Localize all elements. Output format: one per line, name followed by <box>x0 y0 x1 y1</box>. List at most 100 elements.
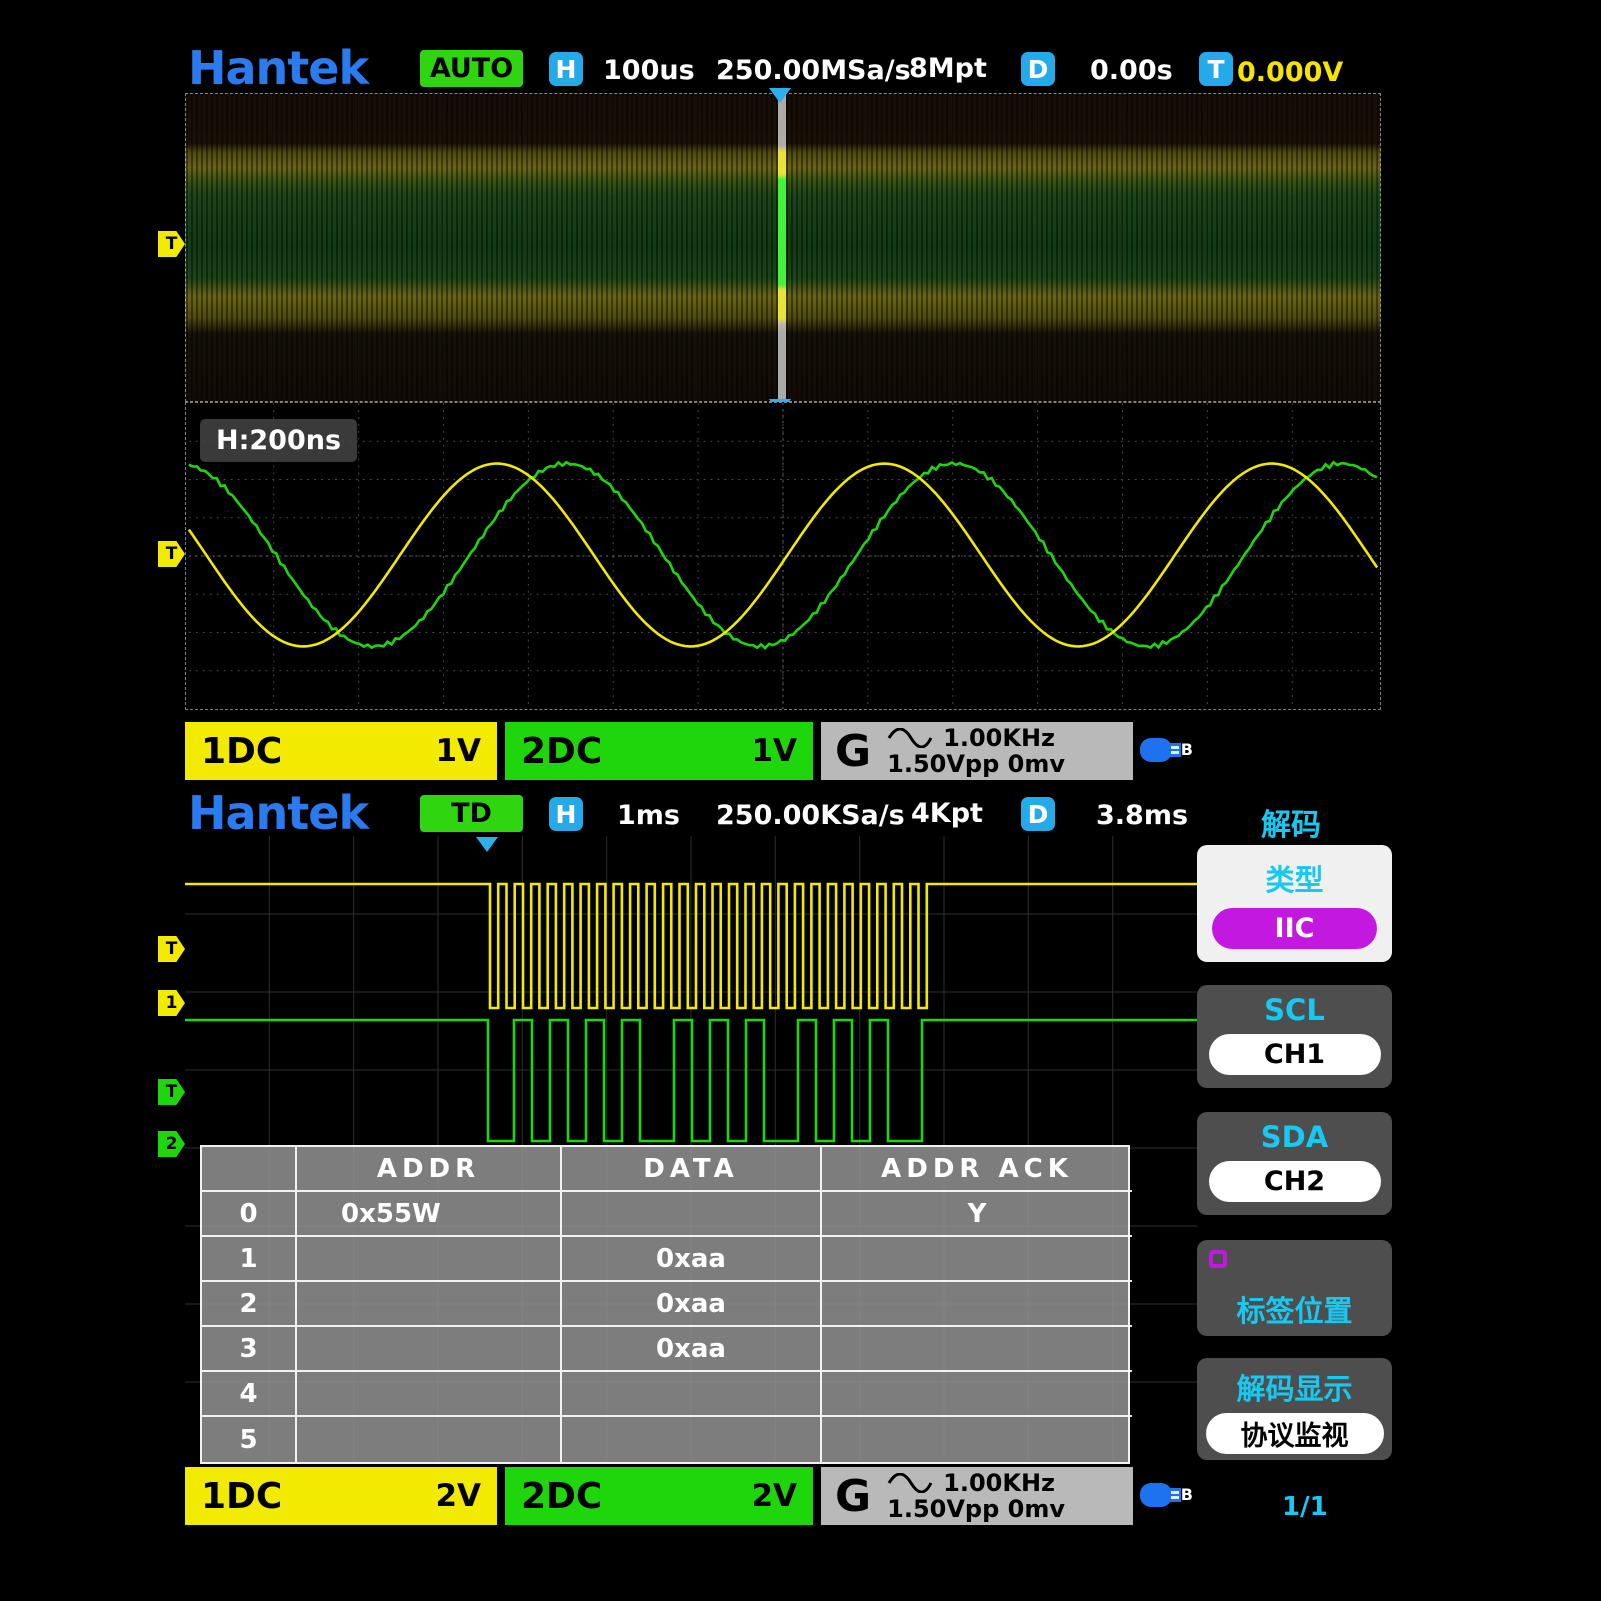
ack-cell: Y <box>822 1192 1132 1237</box>
sda-trace <box>185 1020 1197 1141</box>
row-index: 3 <box>202 1327 297 1372</box>
menu-page-indicator: 1/1 <box>1282 1492 1328 1522</box>
trigger-position-marker-2[interactable] <box>476 837 498 852</box>
type-value-pill[interactable]: IIC <box>1212 908 1377 949</box>
generator-g-label-2: G <box>835 1471 871 1522</box>
horizontal-h-icon: H <box>549 52 583 86</box>
generator-freq-2: 1.00KHz <box>943 1470 1055 1496</box>
menu-panel-label-position[interactable]: 标签位置 <box>1197 1240 1392 1336</box>
ch1-label: 1DC <box>201 731 282 772</box>
waveform-overview <box>185 93 1381 402</box>
decode-display-label: 解码显示 <box>1197 1358 1392 1408</box>
oscilloscope-screens: Hantek AUTO H 100us 250.00MSa/s 8Mpt D 0… <box>0 0 1601 1601</box>
ch2-scale-2: 2V <box>751 1478 797 1514</box>
row-index: 2 <box>202 1282 297 1327</box>
usb-icon: B <box>1139 733 1189 767</box>
zoom-waveforms <box>186 403 1380 709</box>
trigger-level-readout: 0.000V <box>1237 57 1343 88</box>
trigger-flag-ch1-2[interactable]: T <box>158 936 185 962</box>
memory-depth-readout-2: 4Kpt <box>911 798 983 829</box>
data-cell: 0xaa <box>562 1282 822 1327</box>
ack-cell <box>822 1417 1132 1462</box>
menu-panel-sda[interactable]: SDA CH2 <box>1197 1112 1392 1215</box>
data-cell <box>562 1372 822 1417</box>
type-label: 类型 <box>1197 845 1392 899</box>
usb-b-label-2: B <box>1181 1485 1193 1504</box>
ack-cell <box>822 1282 1132 1327</box>
delay-readout: 0.00s <box>1090 55 1173 86</box>
delay-d-icon: D <box>1021 52 1055 86</box>
data-cell: 0xaa <box>562 1327 822 1372</box>
row-index: 0 <box>202 1192 297 1237</box>
generator-g-label: G <box>835 726 871 777</box>
usb-b-label: B <box>1181 740 1193 759</box>
decode-table: ADDR DATA ADDR ACK 0 0x55W Y 1 0xaa 2 0x… <box>200 1145 1130 1464</box>
sine-wave-icon <box>887 728 933 748</box>
ch1-label-2: 1DC <box>201 1476 282 1517</box>
ch1-ground-marker[interactable]: 1 <box>158 990 185 1016</box>
decode-display-value-pill[interactable]: 协议监视 <box>1206 1413 1384 1454</box>
scl-value-pill[interactable]: CH1 <box>1209 1034 1381 1075</box>
delay-readout-2: 3.8ms <box>1096 800 1188 831</box>
ack-cell <box>822 1237 1132 1282</box>
hantek-logo: Hantek <box>188 41 368 95</box>
generator-freq: 1.00KHz <box>943 725 1055 751</box>
run-mode-badge[interactable]: AUTO <box>420 50 523 87</box>
sample-rate-readout-2: 250.00KSa/s <box>716 800 905 831</box>
table-corner-cell <box>202 1147 297 1192</box>
generator-status-box-2[interactable]: G 1.00KHz 1.50Vpp 0mv <box>821 1467 1133 1525</box>
ch2-scale: 1V <box>751 733 797 769</box>
ch2-ground-marker[interactable]: 2 <box>158 1131 185 1157</box>
trigger-level-flag-ch1[interactable]: T <box>158 231 185 257</box>
data-cell <box>562 1417 822 1462</box>
generator-status-box[interactable]: G 1.00KHz 1.50Vpp 0mv <box>821 722 1133 780</box>
timebase-readout-2: 1ms <box>617 800 680 831</box>
ack-cell <box>822 1327 1132 1372</box>
addr-cell <box>297 1282 562 1327</box>
label-position-icon <box>1209 1250 1227 1268</box>
ch2-status-box[interactable]: 2DC 1V <box>505 722 813 780</box>
ch2-label: 2DC <box>521 731 602 772</box>
sample-rate-readout: 250.00MSa/s <box>716 55 911 86</box>
hantek-logo-2: Hantek <box>188 786 368 840</box>
addr-cell <box>297 1237 562 1282</box>
memory-depth-readout: 8Mpt <box>909 53 987 84</box>
col-header-ack: ADDR ACK <box>822 1147 1132 1192</box>
horizontal-h-icon-2: H <box>549 797 583 831</box>
row-index: 5 <box>202 1417 297 1462</box>
addr-cell: 0x55W <box>297 1192 562 1237</box>
ch1-scale-2: 2V <box>435 1478 481 1514</box>
ch2-label-2: 2DC <box>521 1476 602 1517</box>
menu-panel-scl[interactable]: SCL CH1 <box>1197 985 1392 1088</box>
col-header-data: DATA <box>562 1147 822 1192</box>
addr-cell <box>297 1327 562 1372</box>
generator-amp: 1.50Vpp 0mv <box>887 751 1065 777</box>
sda-value-pill[interactable]: CH2 <box>1209 1161 1381 1202</box>
zoom-timebase-label: H:200ns <box>200 419 357 462</box>
data-cell: 0xaa <box>562 1237 822 1282</box>
trigger-level-flag-zoom[interactable]: T <box>158 541 185 567</box>
sine-wave-icon-2 <box>887 1473 933 1493</box>
ch1-status-box-2[interactable]: 1DC 2V <box>185 1467 497 1525</box>
delay-d-icon-2: D <box>1021 797 1055 831</box>
ack-cell <box>822 1372 1132 1417</box>
addr-cell <box>297 1372 562 1417</box>
waveform-zoom-view: H:200ns <box>185 402 1381 710</box>
generator-amp-2: 1.50Vpp 0mv <box>887 1496 1065 1522</box>
ch1-scale: 1V <box>435 733 481 769</box>
timebase-readout: 100us <box>603 55 695 86</box>
row-index: 1 <box>202 1237 297 1282</box>
run-mode-badge-2[interactable]: TD <box>420 795 523 832</box>
ch1-status-box[interactable]: 1DC 1V <box>185 722 497 780</box>
sda-label: SDA <box>1197 1112 1392 1154</box>
ch2-status-box-2[interactable]: 2DC 2V <box>505 1467 813 1525</box>
usb-icon-2: B <box>1139 1478 1189 1512</box>
menu-panel-type[interactable]: 类型 IIC <box>1197 845 1392 962</box>
horizontal-position-marker[interactable] <box>769 88 791 103</box>
col-header-addr: ADDR <box>297 1147 562 1192</box>
trigger-t-icon: T <box>1199 52 1233 86</box>
trigger-flag-ch2-2[interactable]: T <box>158 1079 185 1105</box>
menu-panel-decode-display[interactable]: 解码显示 协议监视 <box>1197 1358 1392 1460</box>
zoom-window-indicator[interactable] <box>778 94 786 401</box>
addr-cell <box>297 1417 562 1462</box>
